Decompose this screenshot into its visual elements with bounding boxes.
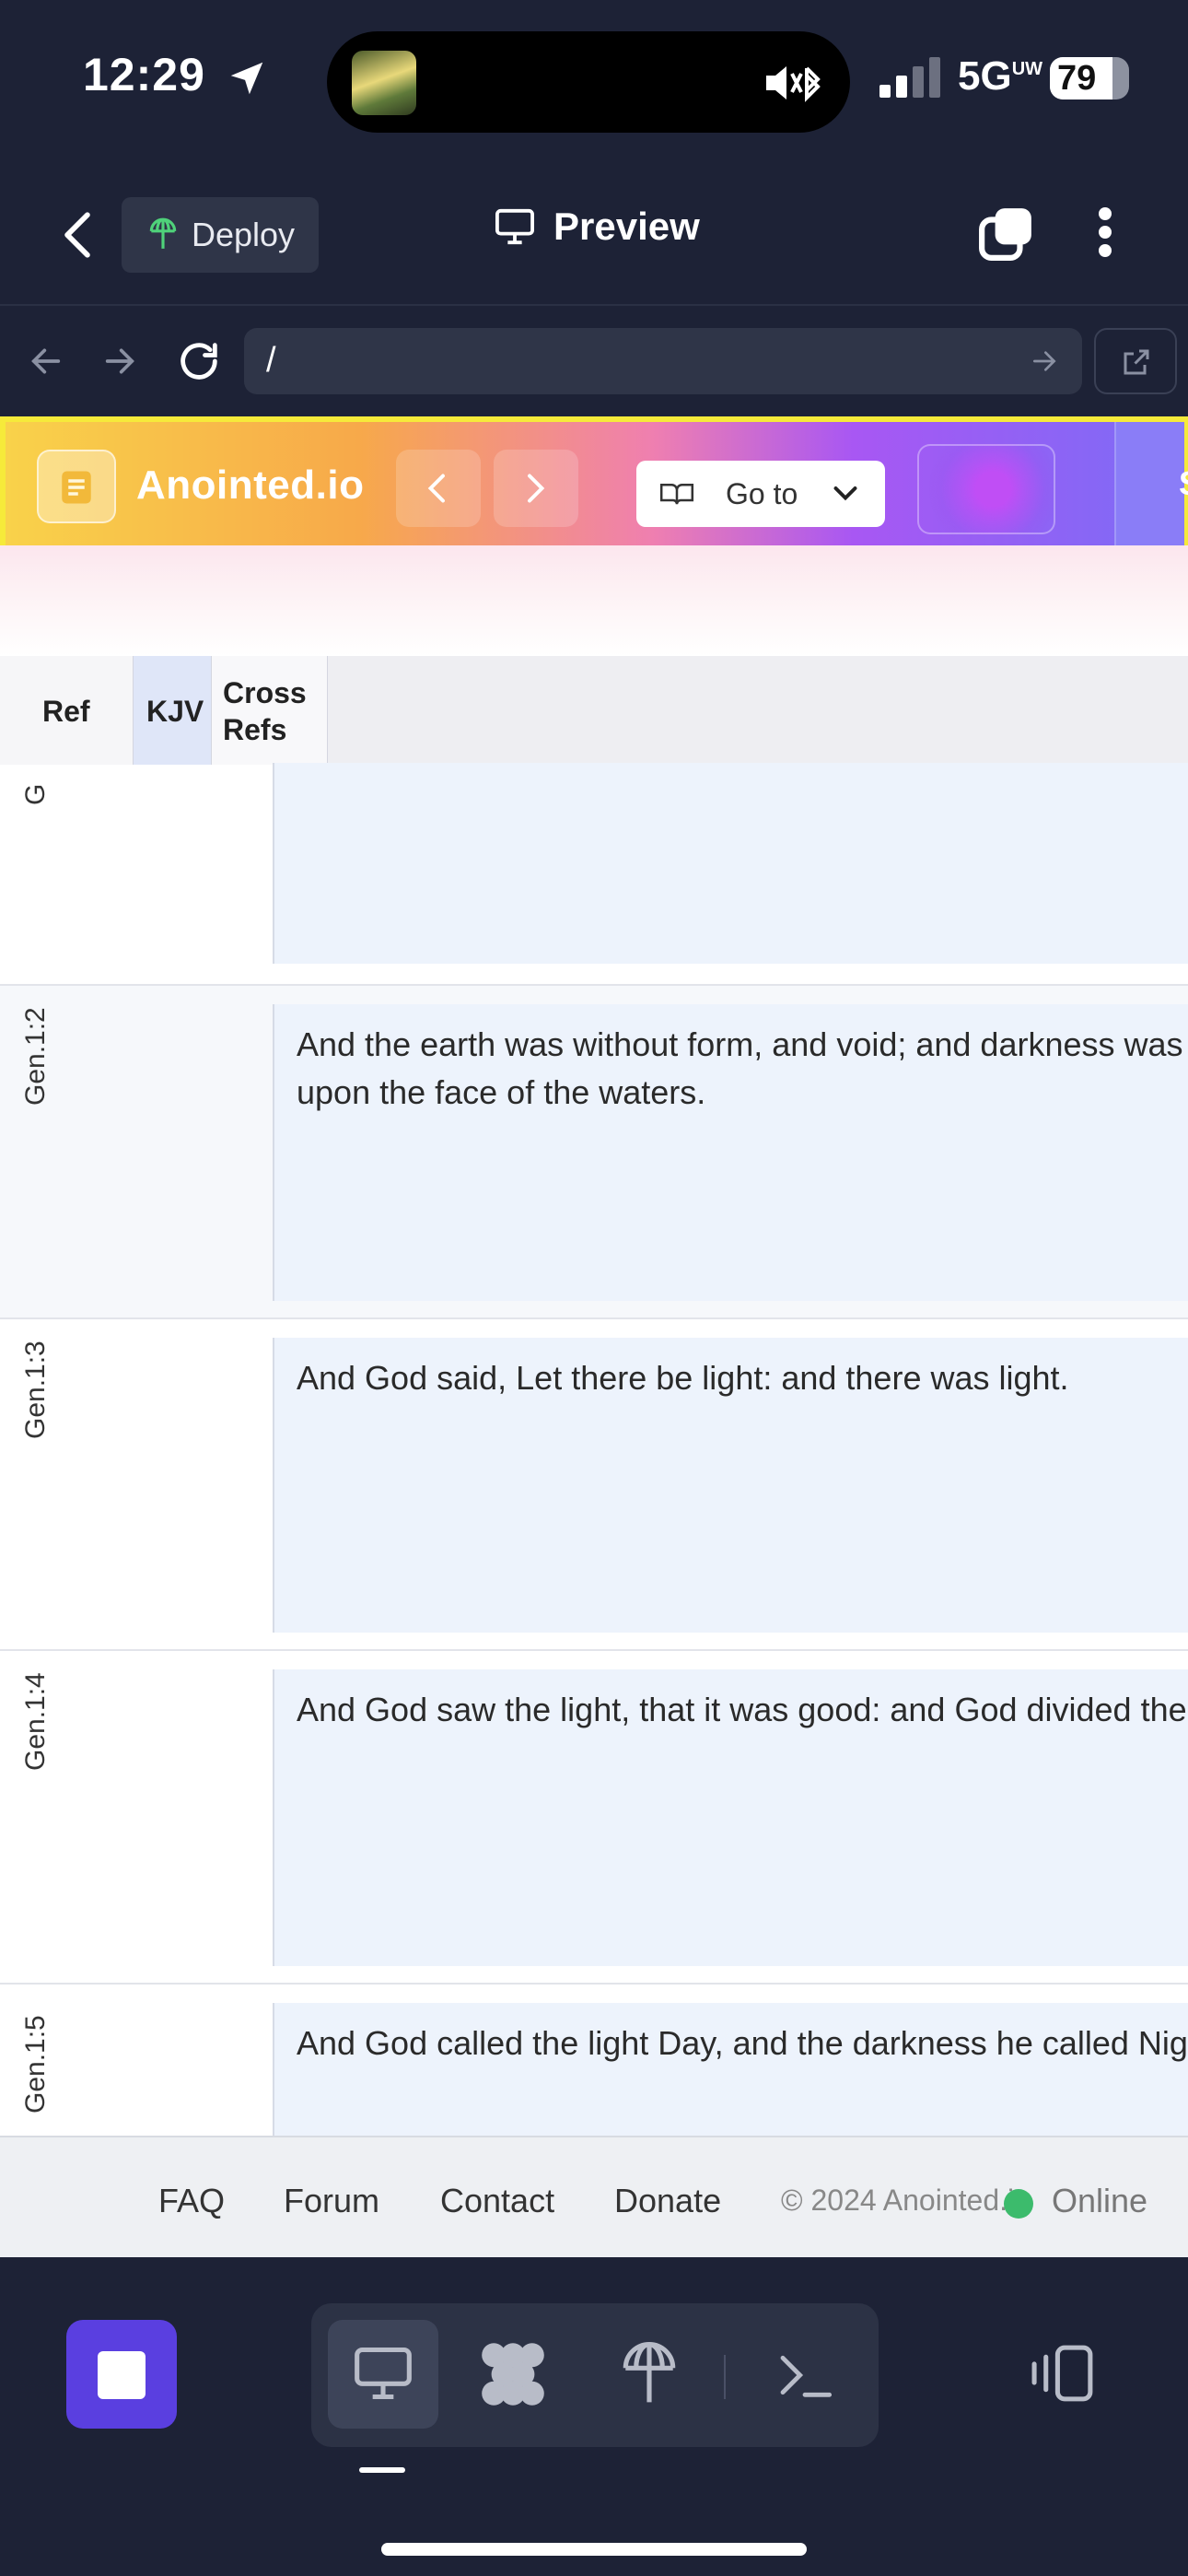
ai-assistant-button[interactable]	[917, 444, 1055, 534]
overflow-char: S	[1179, 464, 1188, 503]
chevron-left-icon	[427, 474, 445, 503]
network-type: 5GUW	[958, 53, 1043, 99]
table-row: Gen.1:2 And the earth was without form, …	[0, 986, 1188, 1319]
goto-label: Go to	[726, 477, 798, 510]
table-row: G	[0, 763, 1188, 986]
verse-ref[interactable]: Gen.1:4	[20, 1672, 52, 1771]
verse-ref-cell: G	[0, 765, 273, 984]
web-viewport: Anointed.io Go to S Ref KJV Cross Refs G	[0, 416, 1188, 2257]
verse-ref[interactable]: Gen.1:3	[20, 1341, 52, 1439]
site-header: Anointed.io Go to S	[0, 416, 1188, 551]
book-icon	[659, 483, 694, 505]
cross-refs-line1: Cross	[223, 676, 307, 709]
browser-forward-icon[interactable]	[101, 343, 138, 380]
verse-text-line: And God called the light Day, and the da…	[297, 2024, 1188, 2062]
table-header: Ref KJV Cross Refs	[0, 656, 1188, 765]
home-indicator	[381, 2543, 807, 2556]
footer-link-donate[interactable]: Donate	[614, 2182, 721, 2220]
reload-icon[interactable]	[175, 337, 223, 385]
footer-link-faq[interactable]: FAQ	[158, 2182, 225, 2220]
verse-text-line: And God saw the light, that it was good:…	[297, 1691, 1187, 1728]
deploy-icon	[149, 217, 177, 249]
url-input[interactable]: /	[244, 328, 1082, 394]
verse-ref-cell: Gen.1:3	[0, 1319, 273, 1649]
status-time: 12:29	[83, 49, 205, 100]
verse-ref[interactable]: Gen.1:5	[20, 2015, 52, 2113]
preview-tool-button[interactable]	[328, 2320, 438, 2429]
preview-title: Preview	[493, 205, 700, 249]
verse-text-line: And the earth was without form, and void…	[297, 1025, 1183, 1063]
stop-button[interactable]	[66, 2320, 177, 2429]
verse-text-line: upon the face of the waters.	[297, 1073, 706, 1111]
preview-label: Preview	[553, 205, 700, 248]
online-status-dot	[1004, 2189, 1033, 2219]
verse-text-cell[interactable]: And God saw the light, that it was good:…	[273, 1669, 1188, 1966]
goto-dropdown[interactable]: Go to	[636, 461, 885, 527]
workspace-icon[interactable]	[477, 2340, 549, 2408]
device-layout-icon[interactable]	[1030, 2342, 1100, 2405]
verse-ref-cell: Gen.1:2	[0, 986, 273, 1317]
notes-icon	[62, 471, 91, 504]
verse-ref[interactable]: Gen.1:2	[20, 1007, 52, 1106]
monitor-icon	[495, 208, 534, 245]
mute-bluetooth-icon	[766, 66, 821, 102]
footer-copyright: © 2024 Anointed.io	[781, 2184, 1031, 2217]
battery-icon: 79	[1050, 57, 1129, 100]
online-status-label: Online	[1052, 2182, 1148, 2219]
external-link-icon	[1124, 349, 1149, 375]
column-header-cross-refs[interactable]: Cross Refs	[212, 656, 328, 765]
column-header-kjv[interactable]: KJV	[133, 656, 212, 765]
cross-refs-line2: Refs	[223, 713, 287, 746]
deploy-button[interactable]: Deploy	[122, 197, 319, 273]
verse-ref-cell: Gen.1:4	[0, 1651, 273, 1983]
stop-icon	[98, 2351, 146, 2399]
battery-level: 79	[1057, 59, 1097, 98]
terminal-icon[interactable]	[775, 2349, 834, 2401]
browser-back-icon[interactable]	[28, 343, 64, 380]
tabs-icon[interactable]	[978, 205, 1035, 262]
chevron-right-icon	[528, 474, 545, 503]
chevron-down-icon	[833, 486, 857, 501]
tool-divider	[724, 2355, 726, 2399]
column-header-ref[interactable]: Ref	[0, 656, 133, 765]
header-divider	[0, 304, 1188, 306]
deploy-label: Deploy	[192, 216, 296, 253]
site-footer: FAQ Forum Contact Donate © 2024 Anointed…	[0, 2136, 1188, 2257]
verse-text-cell[interactable]: And God said, Let there be light: and th…	[273, 1338, 1188, 1633]
more-vertical-icon[interactable]	[1089, 205, 1122, 260]
open-external-button[interactable]	[1094, 328, 1177, 394]
previous-chapter-button[interactable]	[396, 450, 481, 527]
table-row: Gen.1:4 And God saw the light, that it w…	[0, 1651, 1188, 1985]
header-overflow-item[interactable]: S	[1114, 422, 1188, 545]
verse-text-cell[interactable]	[273, 763, 1188, 964]
header-glow	[0, 545, 1188, 656]
active-tool-indicator	[359, 2467, 405, 2473]
next-chapter-button[interactable]	[494, 450, 578, 527]
table-row: Gen.1:3 And God said, Let there be light…	[0, 1319, 1188, 1651]
url-go-arrow-icon[interactable]	[1030, 346, 1059, 376]
back-chevron-icon[interactable]	[57, 208, 98, 262]
site-logo[interactable]	[37, 450, 116, 523]
deploy-tool-icon[interactable]	[617, 2336, 681, 2410]
monitor-icon	[355, 2347, 412, 2400]
verse-ref[interactable]: G	[20, 784, 52, 805]
footer-link-contact[interactable]: Contact	[440, 2182, 554, 2220]
verse-text-cell[interactable]: And the earth was without form, and void…	[273, 1004, 1188, 1301]
now-playing-artwork	[352, 51, 416, 115]
cell-signal-icon	[879, 57, 940, 98]
location-arrow-icon	[230, 62, 263, 95]
footer-link-forum[interactable]: Forum	[284, 2182, 379, 2220]
site-brand[interactable]: Anointed.io	[136, 463, 364, 509]
verse-text-line: And God said, Let there be light: and th…	[297, 1359, 1069, 1397]
